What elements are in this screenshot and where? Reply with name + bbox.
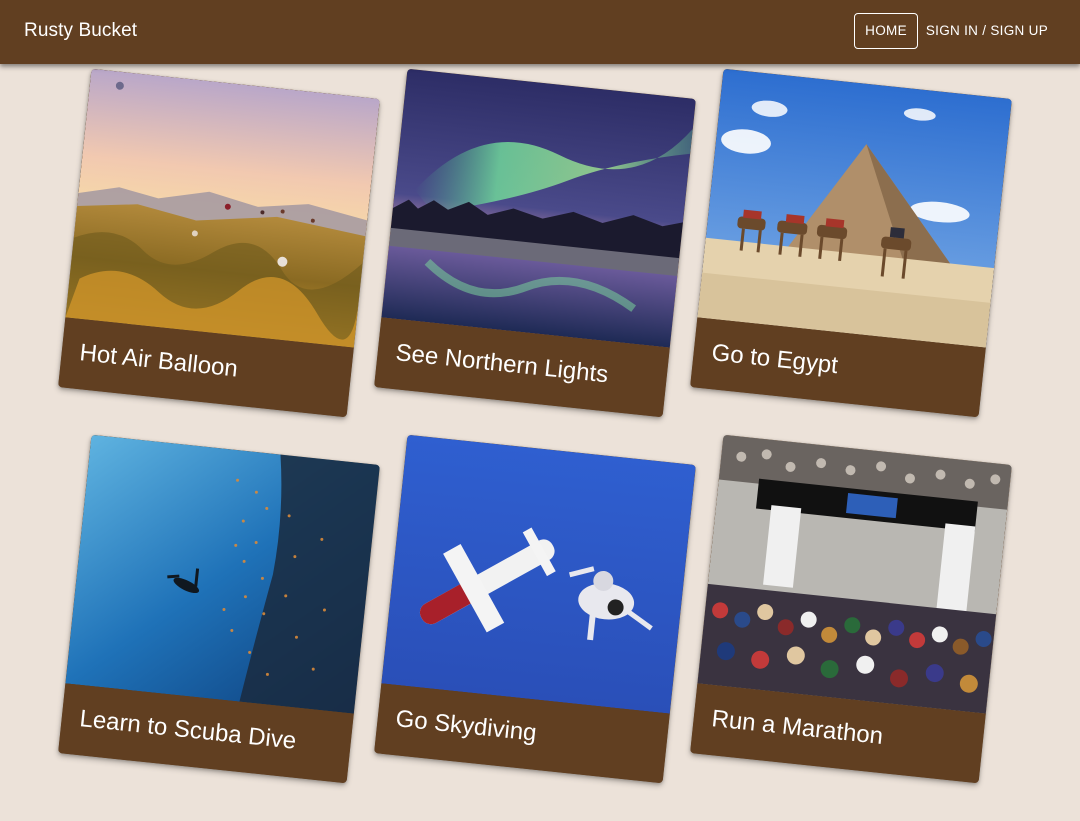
card-title: Run a Marathon <box>710 705 885 750</box>
marathon-image <box>697 434 1012 714</box>
card-title: See Northern Lights <box>394 339 610 389</box>
card-title: Learn to Scuba Dive <box>78 705 298 755</box>
scuba-dive-image <box>65 434 380 714</box>
skydiving-image <box>381 434 696 714</box>
card-title: Go to Egypt <box>710 339 840 380</box>
card-run-a-marathon[interactable]: Run a Marathon <box>690 434 1012 784</box>
card-learn-to-scuba-dive[interactable]: Learn to Scuba Dive <box>58 434 380 784</box>
northern-lights-image <box>381 68 696 348</box>
top-nav: HOME SIGN IN / SIGN UP <box>854 13 1056 49</box>
card-go-skydiving[interactable]: Go Skydiving <box>374 434 696 784</box>
card-go-to-egypt[interactable]: Go to Egypt <box>690 68 1012 418</box>
home-button[interactable]: HOME <box>854 13 918 49</box>
app-bar: Rusty Bucket HOME SIGN IN / SIGN UP <box>0 0 1080 64</box>
card-title: Hot Air Balloon <box>78 339 240 383</box>
card-hot-air-balloon[interactable]: Hot Air Balloon <box>58 68 380 418</box>
egypt-pyramid-image <box>697 68 1012 348</box>
card-see-northern-lights[interactable]: See Northern Lights <box>374 68 696 418</box>
app-title[interactable]: Rusty Bucket <box>24 20 137 42</box>
sign-in-sign-up-button[interactable]: SIGN IN / SIGN UP <box>918 13 1056 49</box>
card-title: Go Skydiving <box>394 705 538 747</box>
hot-air-balloon-image <box>65 68 380 348</box>
